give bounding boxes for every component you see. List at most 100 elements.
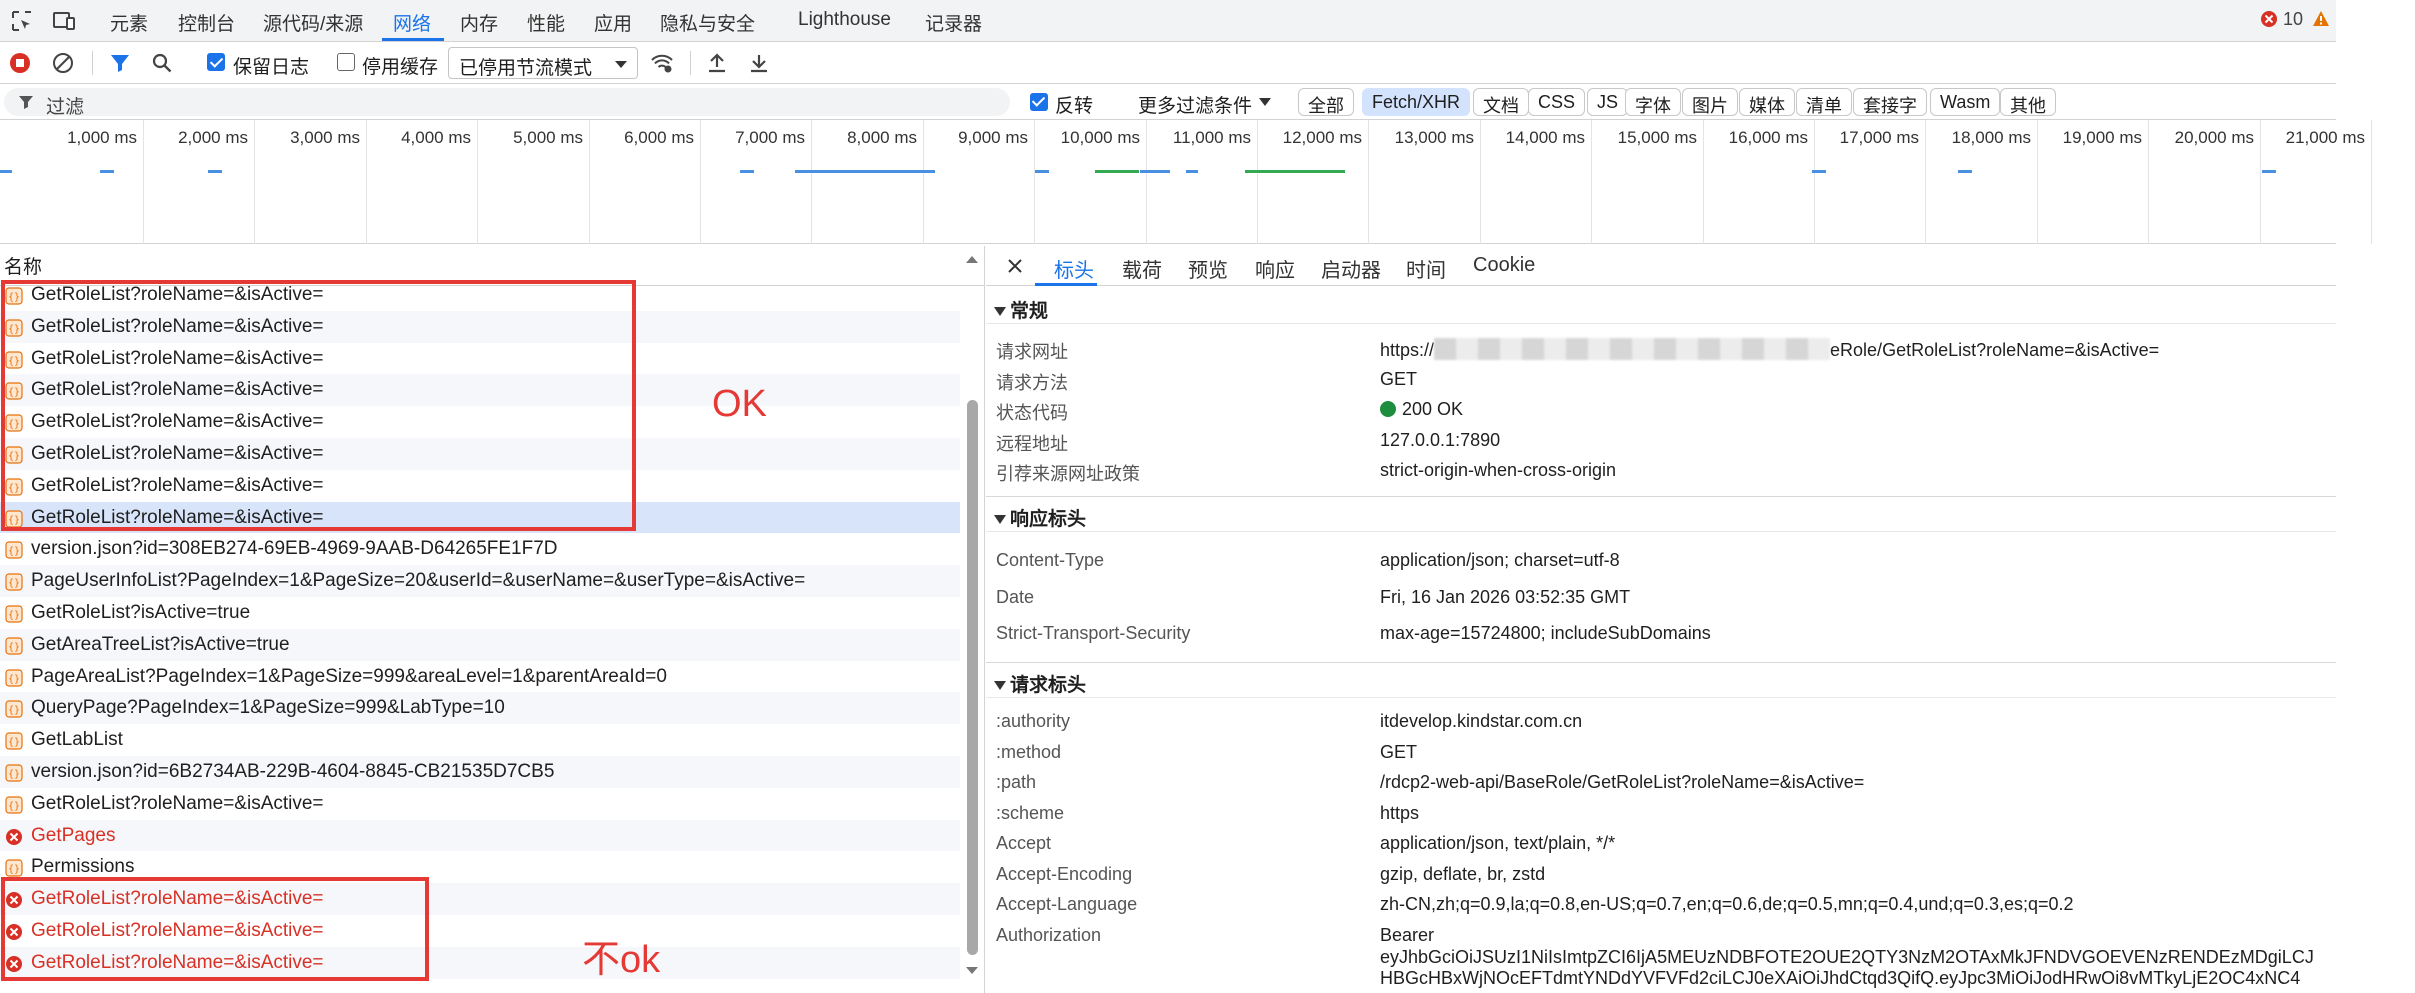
section-request-headers[interactable]: 请求标头 — [986, 665, 2336, 698]
active-tab-indicator — [382, 38, 444, 41]
tab-console[interactable]: 控制台 — [178, 9, 235, 36]
status-ok-dot-icon — [1380, 401, 1396, 417]
section-divider — [986, 496, 2336, 497]
filter-chip-img[interactable]: 图片 — [1682, 88, 1738, 116]
filter-chip-js[interactable]: JS — [1587, 88, 1629, 116]
record-stop-icon[interactable] — [8, 51, 32, 75]
svg-text:{}: {} — [8, 546, 20, 557]
tab-response[interactable]: 响应 — [1255, 254, 1295, 283]
kv-key: :authority — [996, 711, 1071, 731]
timeline-request-bar — [0, 170, 12, 173]
request-row[interactable]: {} version.json?id=308EB274-69EB-4969-9AA… — [0, 533, 960, 565]
filter-chip-all[interactable]: 全部 — [1298, 88, 1354, 116]
request-row[interactable]: {} version.json?id=6B2734AB-229B-4604-884… — [0, 755, 960, 788]
filter-input[interactable]: 过滤 — [4, 88, 1010, 118]
filter-chip-font[interactable]: 字体 — [1625, 88, 1681, 116]
more-filters-button[interactable]: 更多过滤条件 — [1138, 91, 1252, 118]
network-toolbar: 保留日志 停用缓存 已停用节流模式 — [0, 42, 2336, 84]
request-row[interactable]: {} GetRoleList?isActive=true — [0, 597, 960, 629]
preserve-log-checkbox[interactable] — [207, 53, 225, 71]
filter-chip-css[interactable]: CSS — [1528, 88, 1586, 116]
tab-lighthouse[interactable]: Lighthouse — [798, 9, 891, 31]
request-row[interactable]: {} GetLabList — [0, 724, 960, 756]
kv-value: https — [1380, 803, 1420, 823]
tab-preview[interactable]: 预览 — [1188, 254, 1228, 283]
chevron-down-icon — [1259, 98, 1271, 106]
section-general[interactable]: 常规 — [986, 291, 2336, 324]
tab-headers[interactable]: 标头 — [1054, 254, 1094, 283]
timeline-gridline — [2148, 120, 2149, 244]
request-row[interactable]: GetPages — [0, 819, 960, 852]
svg-text:{}: {} — [8, 864, 20, 875]
timeline-overview[interactable]: 1,000 ms 2,000 ms 3,000 ms 4,000 ms 5,000 ms… — [0, 120, 2372, 244]
filter-placeholder: 过滤 — [46, 97, 85, 118]
timeline-gridline — [2371, 120, 2372, 244]
filter-chip-wasm[interactable]: Wasm — [1930, 88, 2001, 116]
request-row[interactable]: {} GetRoleList?roleName=&isActive= — [0, 788, 960, 820]
timeline-request-bar — [2262, 170, 2276, 173]
request-row[interactable]: {} PageAreaList?PageIndex=1&PageSize=999&… — [0, 661, 960, 693]
xhr-braces-icon: {} — [5, 859, 23, 877]
timeline-tick-label: 11,000 ms — [1172, 128, 1251, 147]
tab-application[interactable]: 应用 — [594, 9, 632, 36]
timeline-request-bar — [1140, 170, 1170, 173]
kv-value: max-age=15724800; includeSubDomains — [1380, 623, 1711, 643]
tab-cookies[interactable]: Cookie — [1473, 254, 1535, 277]
error-icon — [2261, 11, 2277, 27]
request-name: version.json?id=308EB274-69EB-4969-9AAB-… — [31, 538, 558, 560]
timeline-gridline — [1925, 120, 1926, 244]
close-icon[interactable] — [1005, 256, 1025, 276]
kv-value: application/json; charset=utf-8 — [1380, 550, 1620, 570]
filter-chip-manifest[interactable]: 清单 — [1796, 88, 1852, 116]
search-icon[interactable] — [150, 51, 174, 75]
export-har-icon[interactable] — [747, 51, 771, 75]
filter-chip-media[interactable]: 媒体 — [1739, 88, 1795, 116]
request-list-scrollbar[interactable] — [963, 246, 981, 993]
details-tab-bar: 标头 载荷 预览 响应 启动器 时间 Cookie — [986, 246, 2336, 286]
timeline-tick-label: 3,000 ms — [290, 128, 360, 147]
timeline-tick-label: 10,000 ms — [1060, 128, 1140, 147]
invert-checkbox[interactable] — [1030, 93, 1048, 111]
import-har-icon[interactable] — [705, 51, 729, 75]
inspect-element-icon[interactable] — [10, 9, 34, 33]
svg-text:{}: {} — [8, 642, 20, 653]
tab-privacy-security[interactable]: 隐私与安全 — [660, 9, 755, 36]
filter-chip-socket[interactable]: 套接字 — [1853, 88, 1927, 116]
timeline-tick-label: 19,000 ms — [2062, 128, 2142, 147]
tab-network[interactable]: 网络 — [393, 9, 431, 36]
scrollbar-thumb[interactable] — [967, 400, 978, 955]
tab-timing[interactable]: 时间 — [1406, 254, 1446, 283]
clear-icon[interactable] — [51, 51, 75, 75]
tab-payload[interactable]: 载荷 — [1122, 254, 1162, 283]
authorization-token-line: HBGcHBxWjNOcEFTdmtYNDdYVFVFd2ciLCJ0eXAiO… — [1380, 968, 2301, 988]
scroll-up-icon[interactable] — [963, 252, 981, 266]
tab-recorder[interactable]: 记录器 — [925, 9, 982, 36]
filter-chip-other[interactable]: 其他 — [2000, 88, 2056, 116]
request-row[interactable]: {} GetAreaTreeList?isActive=true — [0, 628, 960, 661]
network-conditions-icon[interactable] — [650, 51, 674, 75]
scroll-down-icon[interactable] — [963, 964, 981, 978]
invert-label: 反转 — [1055, 96, 1094, 117]
error-counter[interactable]: 10 — [2260, 9, 2303, 30]
warning-counter[interactable] — [2312, 9, 2330, 30]
filter-icon[interactable] — [108, 51, 132, 75]
timeline-request-bar — [1958, 170, 1972, 173]
expand-triangle-icon — [994, 681, 1006, 691]
xhr-braces-icon: {} — [5, 764, 23, 782]
request-row[interactable]: {} PageUserInfoList?PageIndex=1&PageSize=… — [0, 565, 960, 597]
section-divider — [986, 662, 2336, 663]
kv-value: /rdcp2-web-api/BaseRole/GetRoleList?role… — [1380, 772, 1865, 792]
tab-initiator[interactable]: 启动器 — [1321, 254, 1381, 283]
section-response-headers[interactable]: 响应标头 — [986, 499, 2336, 532]
tab-sources[interactable]: 源代码/来源 — [263, 9, 363, 36]
tab-memory[interactable]: 内存 — [460, 9, 498, 36]
timeline-tick-label: 21,000 ms — [2285, 128, 2365, 147]
throttling-select[interactable]: 已停用节流模式 — [448, 47, 638, 79]
device-toolbar-icon[interactable] — [52, 9, 76, 33]
filter-chip-fetch-xhr[interactable]: Fetch/XHR — [1362, 88, 1471, 116]
request-row[interactable]: {} QueryPage?PageIndex=1&PageSize=999&Lab… — [0, 692, 960, 725]
tab-elements[interactable]: 元素 — [110, 9, 148, 36]
disable-cache-checkbox[interactable] — [337, 53, 355, 71]
filter-chip-doc[interactable]: 文档 — [1473, 88, 1529, 116]
tab-performance[interactable]: 性能 — [527, 9, 565, 36]
